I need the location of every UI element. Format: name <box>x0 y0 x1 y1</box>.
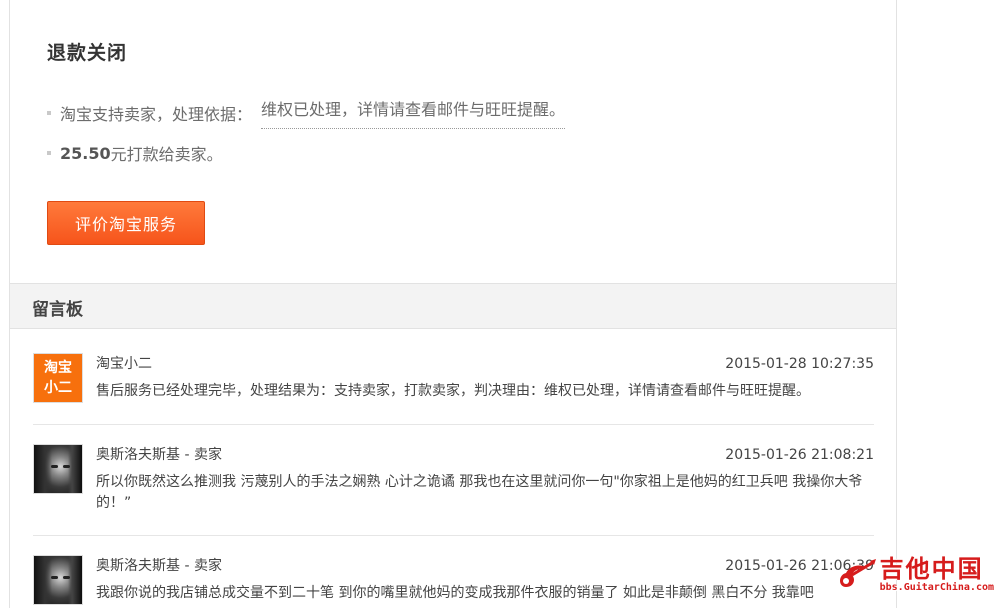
guitar-logo-icon <box>836 557 878 593</box>
refund-basis-link[interactable]: 维权已处理，详情请查看邮件与旺旺提醒。 <box>261 96 565 129</box>
avatar-label: 小二 <box>44 378 72 398</box>
message-author: 淘宝小二 <box>96 353 152 373</box>
watermark-en: bbs.GuitarChina.com <box>880 582 994 594</box>
message-text: 我跟你说的我店铺总成交量不到二十笔 到你的嘴里就他妈的变成我那件衣服的销量了 如… <box>96 583 874 604</box>
message-item: 奥斯洛夫斯基 - 卖家 2015-01-26 21:06:39 我跟你说的我店铺… <box>33 555 874 615</box>
message-item: 奥斯洛夫斯基 - 卖家 2015-01-26 21:08:21 所以你既然这么推… <box>33 444 874 536</box>
refund-status-title: 退款关闭 <box>47 38 127 65</box>
message-time: 2015-01-28 10:27:35 <box>725 356 874 372</box>
watermark-cn: 吉他中国 <box>880 556 984 582</box>
message-text: 所以你既然这么推测我 污蔑别人的手法之娴熟 心计之诡谲 那我也在这里就问你一句"… <box>96 472 874 514</box>
refund-basis-row: 淘宝支持卖家，处理依据： 维权已处理，详情请查看邮件与旺旺提醒。 <box>47 96 565 129</box>
refund-amount-suffix: 元打款给卖家。 <box>111 141 223 165</box>
avatar[interactable] <box>33 444 83 494</box>
message-item: 淘宝 小二 淘宝小二 2015-01-28 10:27:35 售后服务已经处理完… <box>33 353 874 425</box>
message-author: 奥斯洛夫斯基 - 卖家 <box>96 444 222 464</box>
avatar[interactable]: 淘宝 小二 <box>33 353 83 403</box>
message-text: 售后服务已经处理完毕，处理结果为：支持卖家，打款卖家，判决理由：维权已处理，详情… <box>96 381 874 402</box>
site-watermark: 吉他中国 bbs.GuitarChina.com <box>836 556 994 594</box>
avatar[interactable] <box>33 555 83 605</box>
bullet-icon <box>47 151 51 155</box>
message-author: 奥斯洛夫斯基 - 卖家 <box>96 555 222 575</box>
refund-amount: 25.50 <box>60 144 111 163</box>
message-board-header: 留言板 <box>10 283 896 329</box>
bullet-icon <box>47 111 51 115</box>
refund-basis-prefix: 淘宝支持卖家，处理依据： <box>60 101 252 125</box>
message-board-title: 留言板 <box>32 295 83 320</box>
refund-detail-panel: 退款关闭 淘宝支持卖家，处理依据： 维权已处理，详情请查看邮件与旺旺提醒。 25… <box>9 0 897 608</box>
rate-taobao-service-button[interactable]: 评价淘宝服务 <box>47 201 205 245</box>
refund-amount-row: 25.50 元打款给卖家。 <box>47 141 223 165</box>
message-time: 2015-01-26 21:08:21 <box>725 447 874 463</box>
avatar-label: 淘宝 <box>44 358 72 378</box>
